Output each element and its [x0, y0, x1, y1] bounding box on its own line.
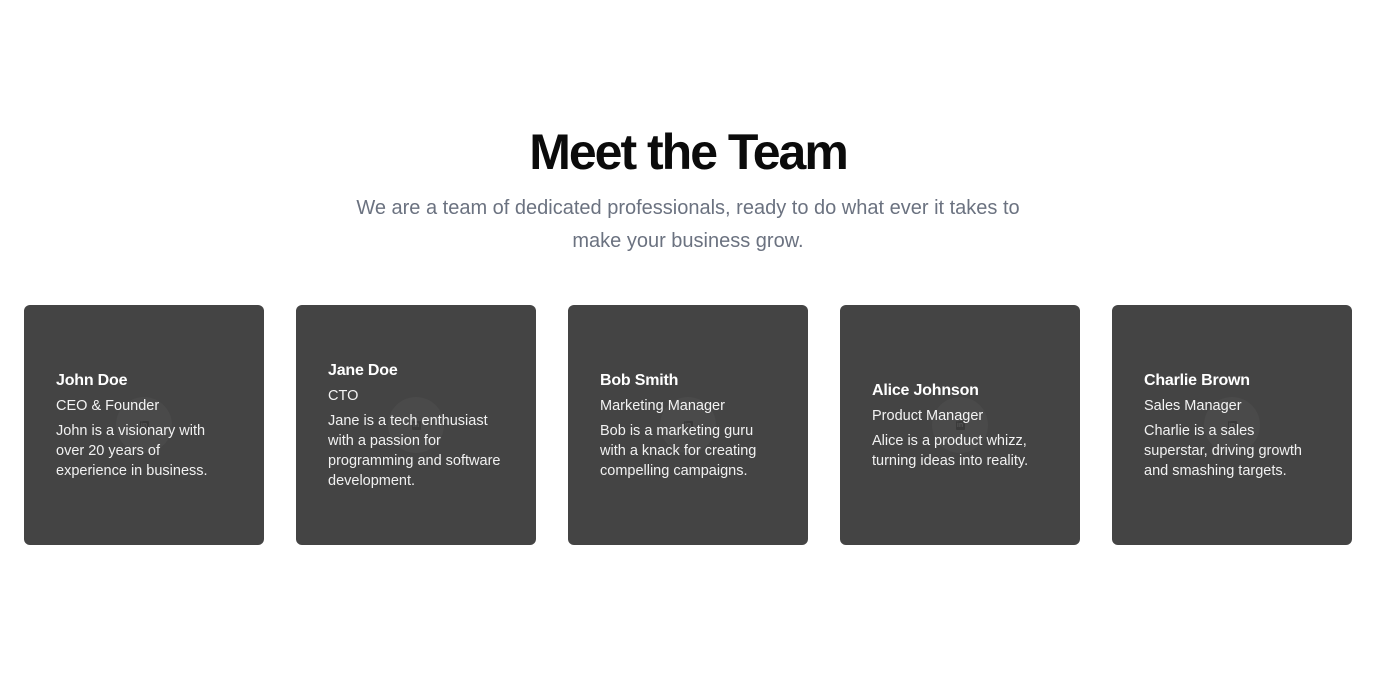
team-card: in John Doe CEO & Founder John is a visi…	[24, 305, 264, 545]
page-title: Meet the Team	[529, 124, 849, 180]
member-name: John Doe	[56, 371, 128, 389]
team-card: in Bob Smith Marketing Manager Bob is a …	[568, 305, 808, 545]
member-role: CEO & Founder	[56, 397, 160, 414]
member-bio: Alice is a product whizz, turning ideas …	[872, 432, 1029, 469]
team-card-content: John Doe CEO & Founder John is a visiona…	[56, 370, 232, 481]
team-card-list: in John Doe CEO & Founder John is a visi…	[24, 305, 1352, 545]
member-name: Jane Doe	[328, 361, 398, 379]
team-card-content: Charlie Brown Sales Manager Charlie is a…	[1144, 370, 1320, 481]
team-card: in Alice Johnson Product Manager Alice i…	[840, 305, 1080, 545]
team-card: in Jane Doe CTO Jane is a tech enthusias…	[296, 305, 536, 545]
team-card-content: Alice Johnson Product Manager Alice is a…	[872, 380, 1048, 471]
team-card-content: Jane Doe CTO Jane is a tech enthusiast w…	[328, 360, 504, 491]
team-card-content: Bob Smith Marketing Manager Bob is a mar…	[600, 370, 776, 481]
member-name: Charlie Brown	[1144, 371, 1250, 389]
member-role: CTO	[328, 387, 359, 404]
member-name: Bob Smith	[600, 371, 679, 389]
member-bio: John is a visionary with over 20 years o…	[56, 422, 208, 479]
page-subtitle: We are a team of dedicated professionals…	[356, 197, 1020, 252]
member-role: Marketing Manager	[600, 397, 725, 414]
team-section: Meet the Team We are a team of dedicated…	[0, 0, 1376, 673]
member-bio: Jane is a tech enthusiast with a passion…	[328, 412, 501, 489]
member-bio: Bob is a marketing guru with a knack for…	[600, 422, 757, 479]
team-card: in Charlie Brown Sales Manager Charlie i…	[1112, 305, 1352, 545]
member-name: Alice Johnson	[872, 381, 979, 399]
member-role: Sales Manager	[1144, 397, 1242, 414]
member-bio: Charlie is a sales superstar, driving gr…	[1144, 422, 1302, 479]
member-role: Product Manager	[872, 407, 984, 424]
